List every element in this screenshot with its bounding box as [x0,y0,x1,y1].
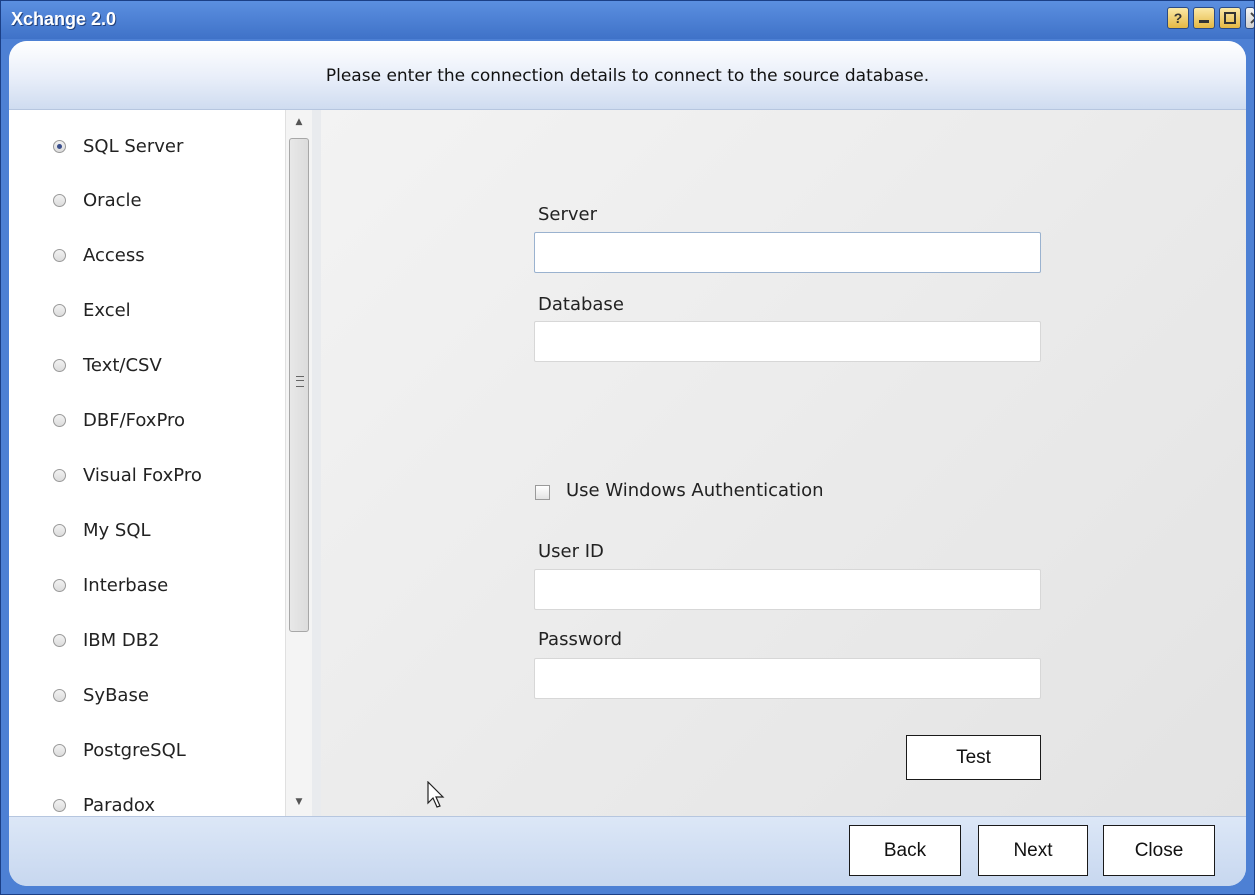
option-label: Excel [83,299,131,321]
option-label: Paradox [83,794,156,816]
option-visual-foxpro[interactable]: Visual FoxPro [53,460,202,490]
option-label: Oracle [83,189,142,211]
radio-icon[interactable] [53,139,66,153]
radio-icon[interactable] [53,303,66,317]
option-label: PostgreSQL [83,739,186,761]
radio-icon[interactable] [53,633,66,647]
close-button-label: Close [1134,839,1184,861]
radio-icon[interactable] [53,798,66,812]
option-label: Access [83,244,145,266]
server-label: Server [538,204,598,225]
windows-auth-checkbox[interactable] [535,485,550,500]
minimize-icon [1199,20,1209,23]
title-bar[interactable]: Xchange 2.0 ? [1,1,1254,39]
back-button-label: Back [883,839,927,861]
test-button-label: Test [956,746,991,768]
scroll-up-icon[interactable]: ▲ [286,112,312,132]
scroll-down-icon[interactable]: ▼ [286,792,312,812]
test-button[interactable]: Test [906,735,1041,780]
option-label: Interbase [83,574,169,596]
maximize-button[interactable] [1219,7,1241,29]
help-button[interactable]: ? [1167,7,1189,29]
option-sybase[interactable]: SyBase [53,680,149,710]
help-icon: ? [1173,10,1183,26]
option-label: SyBase [83,684,149,706]
radio-icon[interactable] [53,193,66,207]
minimize-button[interactable] [1193,7,1215,29]
database-input[interactable] [534,321,1041,362]
option-label: IBM DB2 [83,629,160,651]
option-label: Visual FoxPro [83,464,202,486]
connection-form: Server Database Use Windows Authenticati… [321,110,1246,816]
option-excel[interactable]: Excel [53,295,131,325]
window-title: Xchange 2.0 [11,9,117,29]
radio-icon[interactable] [53,523,66,537]
radio-icon[interactable] [53,743,66,757]
option-label: Text/CSV [83,354,162,376]
radio-icon[interactable] [53,248,66,262]
option-oracle[interactable]: Oracle [53,185,142,215]
option-dbf-foxpro[interactable]: DBF/FoxPro [53,405,185,435]
option-label: My SQL [83,519,151,541]
radio-icon[interactable] [53,413,66,427]
scroll-thumb[interactable] [289,138,309,632]
next-button-label: Next [1013,839,1053,861]
maximize-icon [1224,12,1236,24]
database-type-list: SQL Server Oracle Access Excel Text/CSV … [9,110,289,816]
app-window: Xchange 2.0 ? Please enter the connectio… [0,0,1255,895]
close-button[interactable]: Close [1103,825,1215,876]
instruction-header: Please enter the connection details to c… [9,41,1246,110]
option-postgresql[interactable]: PostgreSQL [53,735,186,765]
radio-icon[interactable] [53,688,66,702]
radio-icon[interactable] [53,578,66,592]
option-my-sql[interactable]: My SQL [53,515,151,545]
mouse-cursor-icon [427,781,445,808]
grip-icon [296,376,304,387]
windows-auth-label: Use Windows Authentication [566,480,824,501]
radio-icon[interactable] [53,358,66,372]
option-interbase[interactable]: Interbase [53,570,168,600]
database-label: Database [538,294,624,315]
option-label: DBF/FoxPro [83,409,186,431]
password-label: Password [538,629,623,650]
instruction-text: Please enter the connection details to c… [325,66,930,86]
back-button[interactable]: Back [849,825,961,876]
footer-bar: Back Next Close [9,816,1246,886]
next-button[interactable]: Next [978,825,1088,876]
radio-icon[interactable] [53,468,66,482]
close-icon [1250,12,1254,24]
server-input[interactable] [534,232,1041,273]
user-id-input[interactable] [534,569,1041,610]
close-window-button[interactable] [1245,7,1254,29]
option-label: SQL Server [83,135,184,157]
user-id-label: User ID [538,541,604,562]
list-scrollbar[interactable]: ▲ ▼ [285,110,312,816]
wizard-panel: Please enter the connection details to c… [9,41,1246,886]
password-input[interactable] [534,658,1041,699]
option-sql-server[interactable]: SQL Server [53,131,183,161]
option-ibm-db2[interactable]: IBM DB2 [53,625,160,655]
option-access[interactable]: Access [53,240,145,270]
option-text-csv[interactable]: Text/CSV [53,350,162,380]
